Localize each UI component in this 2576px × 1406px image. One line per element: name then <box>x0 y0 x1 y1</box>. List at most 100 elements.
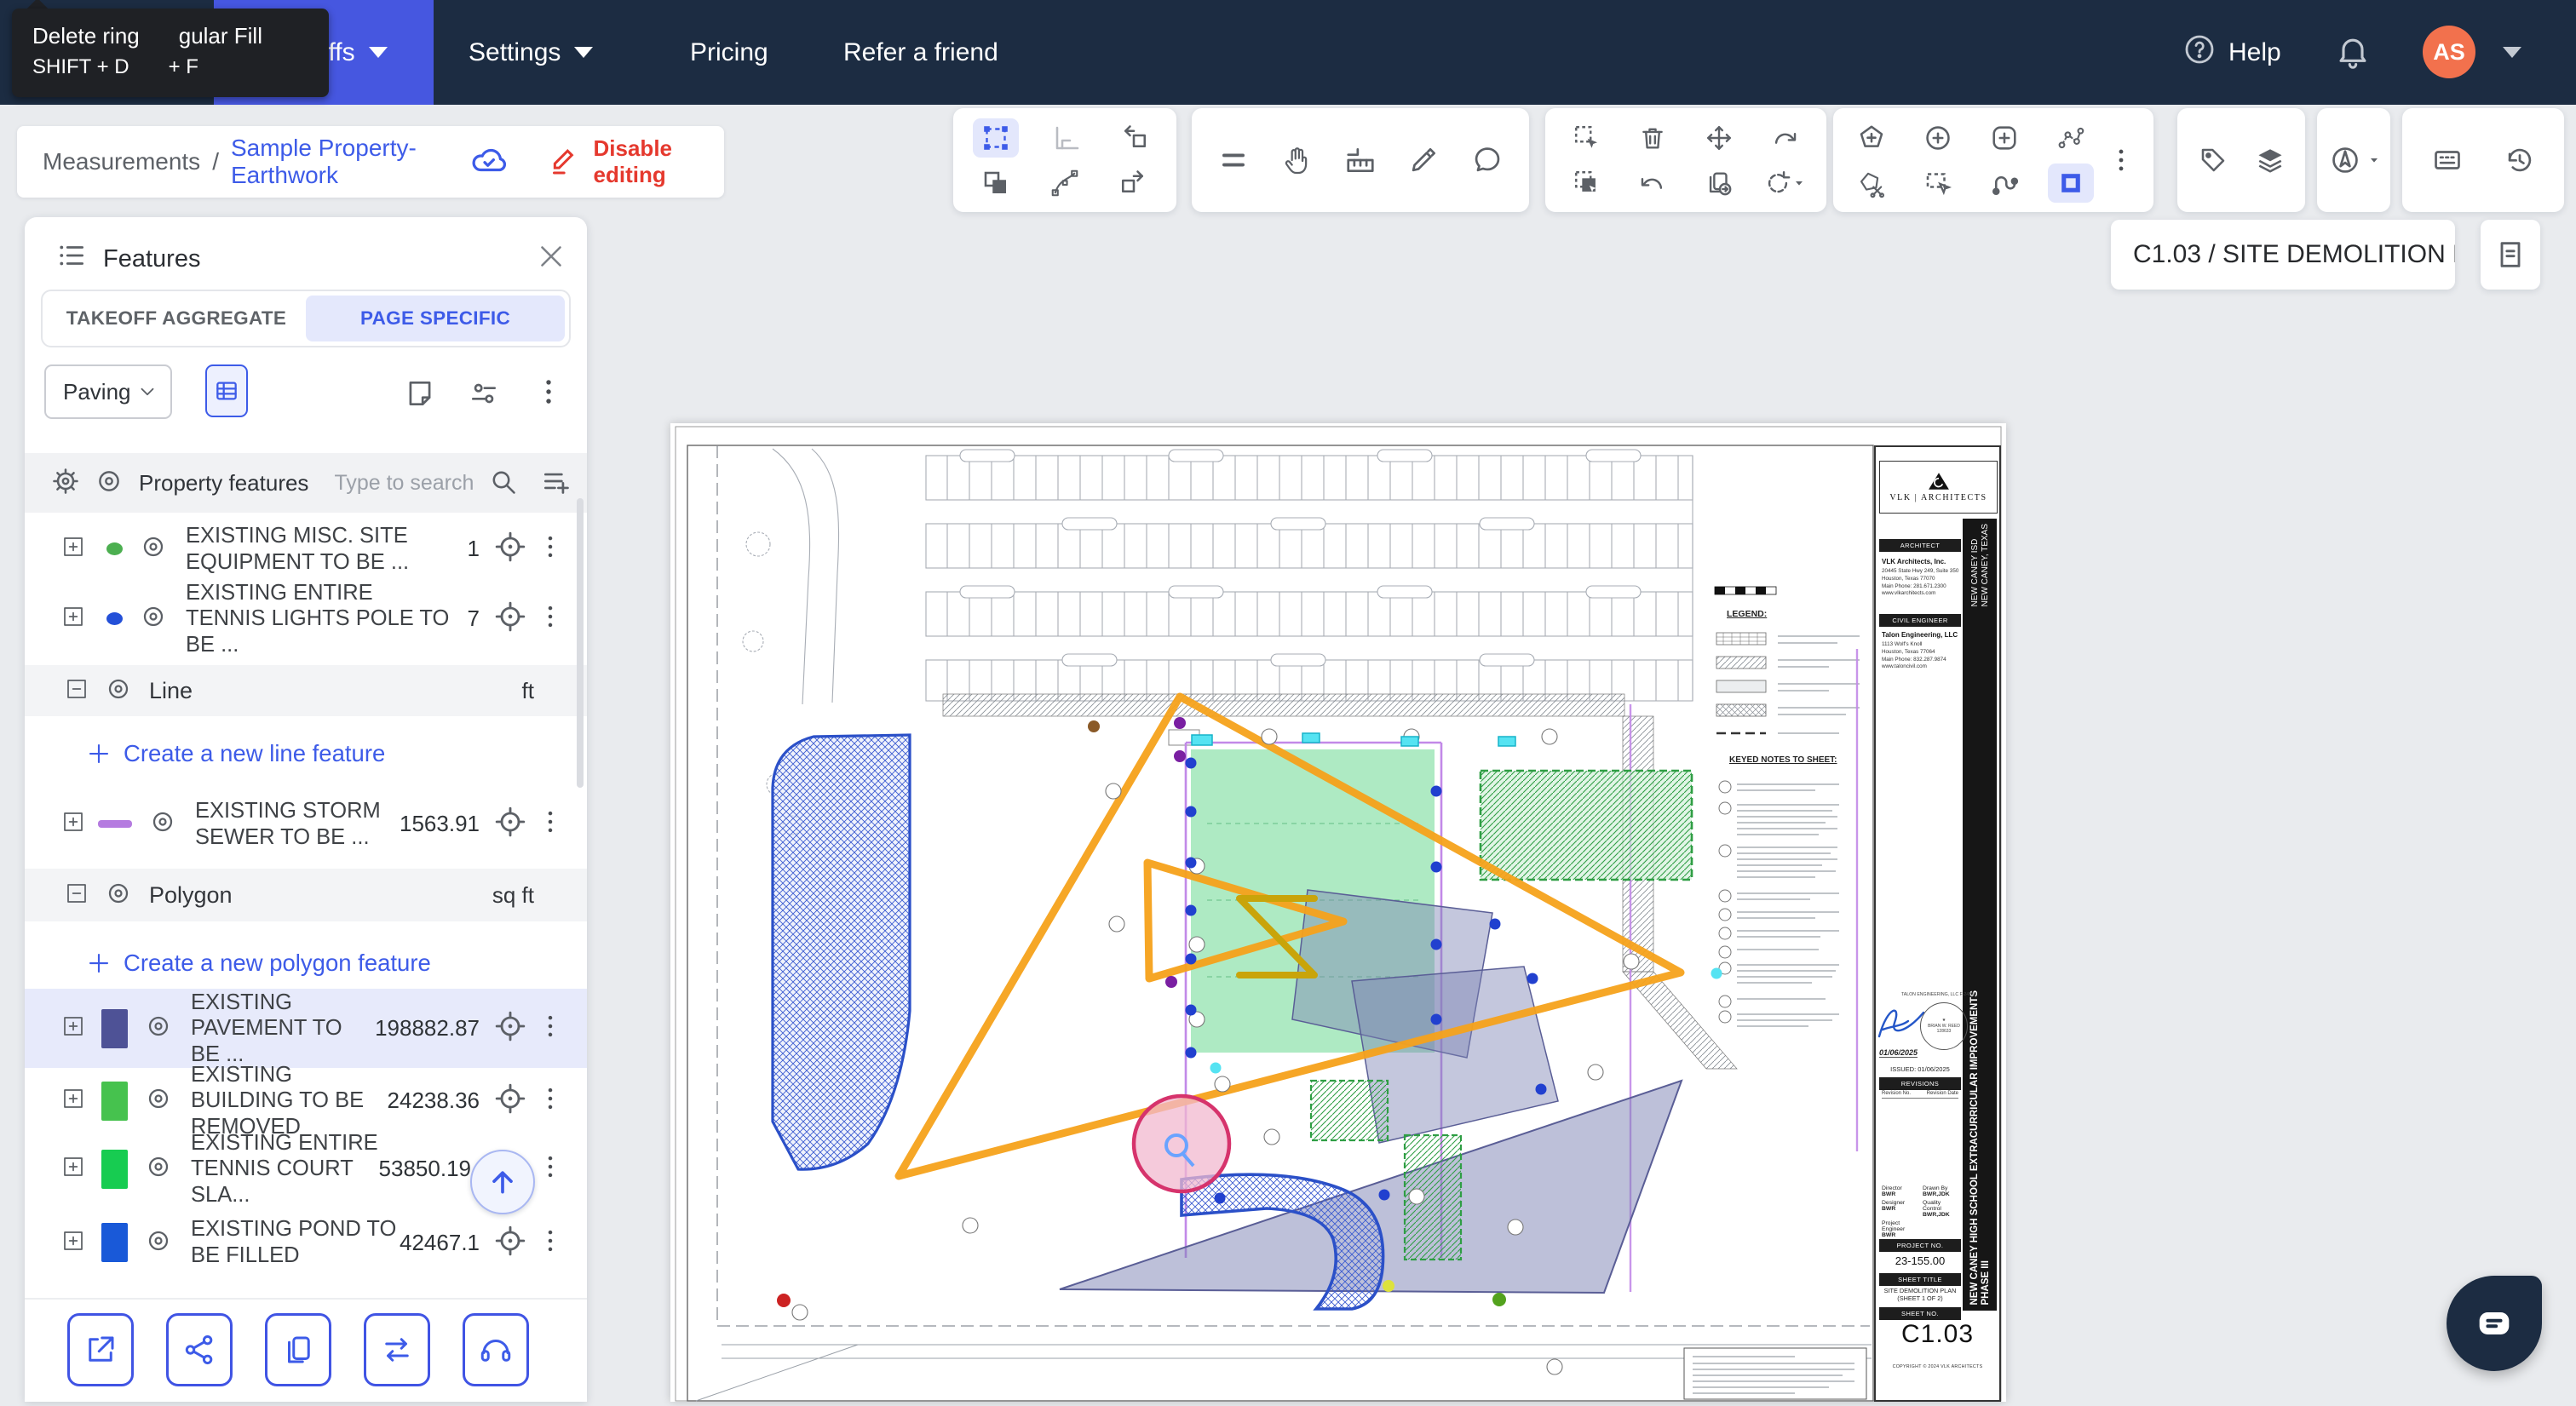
feature-row[interactable]: EXISTING MISC. SITE EQUIPMENT TO BE ... … <box>25 514 587 583</box>
rotate-cw-button[interactable] <box>1111 164 1157 203</box>
breadcrumb-root[interactable]: Measurements <box>43 148 200 175</box>
close-icon[interactable] <box>536 241 566 276</box>
help-button[interactable]: Help <box>2182 0 2281 105</box>
overlap-squares-button[interactable] <box>973 164 1019 203</box>
expand-plus-icon[interactable] <box>60 534 86 564</box>
chat-support-button[interactable] <box>2447 1276 2542 1371</box>
measure-list-button[interactable] <box>1210 141 1256 180</box>
feature-color-swatch[interactable] <box>98 820 132 828</box>
angle-tool-button[interactable] <box>1042 118 1088 158</box>
account-chevron-icon[interactable] <box>2503 47 2521 58</box>
feature-color-swatch[interactable] <box>101 1008 128 1048</box>
plan-canvas[interactable]: LEGEND: KEYED NOTES TO SHEET: VLK | ARCH… <box>670 423 2006 1406</box>
marquee-extract-button[interactable] <box>1564 164 1610 203</box>
expand-plus-icon[interactable] <box>60 809 86 839</box>
tab-page-specific[interactable]: PAGE SPECIFIC <box>306 296 565 341</box>
panel-kebab-menu-icon[interactable] <box>532 376 565 412</box>
polygon-section-header[interactable]: Polygon sq ft <box>25 869 587 921</box>
notifications-bell-icon[interactable] <box>2334 32 2372 74</box>
scroll-to-top-button[interactable] <box>470 1150 535 1214</box>
disable-editing-button[interactable]: Disable editing <box>594 135 699 188</box>
select-tool-button[interactable] <box>973 118 1020 158</box>
visibility-target-icon[interactable] <box>145 1227 172 1259</box>
visibility-target-icon[interactable] <box>145 1085 172 1116</box>
visibility-target-icon[interactable] <box>145 1153 172 1185</box>
shape-tools-kebab-icon[interactable] <box>2098 141 2144 180</box>
tag-button[interactable] <box>2190 141 2236 180</box>
scale-ruler-button[interactable] <box>1337 141 1383 180</box>
redo-button[interactable] <box>1762 118 1808 158</box>
polyline-tool-button[interactable] <box>2048 118 2094 158</box>
keyboard-shortcuts-button[interactable] <box>2424 141 2470 180</box>
visibility-target-icon[interactable] <box>140 533 167 565</box>
sheet-index-button[interactable] <box>2481 220 2540 290</box>
rotate-menu-button[interactable] <box>1762 164 1808 203</box>
visibility-target-icon[interactable] <box>105 880 132 911</box>
rotate-ccw-button[interactable] <box>1111 118 1157 158</box>
feature-color-swatch[interactable] <box>106 612 123 625</box>
gear-icon[interactable] <box>50 466 81 501</box>
playlist-add-icon[interactable] <box>540 465 572 502</box>
search-input[interactable] <box>334 470 488 496</box>
north-compass-button[interactable] <box>2326 141 2364 180</box>
visibility-target-icon[interactable] <box>140 603 167 634</box>
cut-shape-button[interactable] <box>1849 164 1895 203</box>
bezier-curve-button[interactable] <box>1042 164 1088 203</box>
row-kebab-menu-icon[interactable] <box>536 602 565 635</box>
visibility-target-icon[interactable] <box>149 808 176 840</box>
move-button[interactable] <box>1696 118 1742 158</box>
rect-select-button[interactable] <box>1915 164 1961 203</box>
search-icon[interactable] <box>487 466 518 501</box>
row-kebab-menu-icon[interactable] <box>536 1226 565 1260</box>
feature-row-selected[interactable]: EXISTING PAVEMENT TO BE ... 198882.87 <box>25 989 587 1068</box>
pan-hand-button[interactable] <box>1274 141 1320 180</box>
notes-icon[interactable] <box>404 377 436 414</box>
row-kebab-menu-icon[interactable] <box>536 1152 565 1185</box>
visibility-target-icon[interactable] <box>145 1013 172 1044</box>
breadcrumb-current[interactable]: Sample Property- Earthwork <box>231 135 431 189</box>
locate-crosshair-icon[interactable] <box>493 1082 527 1120</box>
category-dropdown[interactable]: Paving <box>44 364 172 419</box>
feature-color-swatch[interactable] <box>101 1149 128 1189</box>
support-button[interactable] <box>463 1313 529 1386</box>
avatar[interactable]: AS <box>2423 26 2475 78</box>
feature-row[interactable]: EXISTING ENTIRE TENNIS LIGHTS POLE TO BE… <box>25 581 587 657</box>
line-section-header[interactable]: Line ft <box>25 665 587 716</box>
transfer-button[interactable] <box>364 1313 430 1386</box>
locate-crosshair-icon[interactable] <box>493 1224 527 1262</box>
add-polygon-button[interactable] <box>1849 118 1895 158</box>
layers-button[interactable] <box>2247 141 2293 180</box>
locate-crosshair-icon[interactable] <box>493 530 527 568</box>
expand-plus-icon[interactable] <box>60 1228 86 1258</box>
add-rectangle-button[interactable] <box>1981 118 2027 158</box>
feature-color-swatch[interactable] <box>101 1223 128 1262</box>
share-button[interactable] <box>166 1313 233 1386</box>
marquee-select-button[interactable] <box>1564 118 1610 158</box>
nav-settings[interactable]: Settings <box>469 0 594 105</box>
locate-crosshair-icon[interactable] <box>493 1009 527 1047</box>
feature-color-swatch[interactable] <box>101 1081 128 1121</box>
add-circle-button[interactable] <box>1915 118 1961 158</box>
collapse-minus-icon[interactable] <box>64 676 89 706</box>
node-edit-button[interactable] <box>1981 164 2027 203</box>
history-button[interactable] <box>2497 141 2543 180</box>
tab-takeoff-aggregate[interactable]: TAKEOFF AGGREGATE <box>47 296 306 341</box>
visibility-target-icon[interactable] <box>105 675 132 707</box>
feature-row[interactable]: EXISTING STORM SEWER TO BE ... 1563.91 <box>25 785 587 863</box>
duplicate-button[interactable] <box>265 1313 331 1386</box>
expand-plus-icon[interactable] <box>60 1154 86 1184</box>
expand-plus-icon[interactable] <box>60 1013 86 1043</box>
delete-trash-button[interactable] <box>1630 118 1676 158</box>
expand-plus-icon[interactable] <box>60 1086 86 1116</box>
open-external-button[interactable] <box>67 1313 134 1386</box>
panel-scrollbar[interactable] <box>577 498 584 788</box>
feature-row[interactable]: EXISTING BUILDING TO BE REMOVED 24238.36 <box>25 1063 587 1139</box>
page-selector[interactable]: C1.03 / SITE DEMOLITION PL... <box>2111 220 2455 290</box>
feature-row[interactable]: EXISTING POND TO BE FILLED 42467.1 <box>25 1204 587 1281</box>
undo-button[interactable] <box>1630 164 1676 203</box>
locate-crosshair-icon[interactable] <box>493 805 527 843</box>
highlighter-button[interactable] <box>1400 141 1446 180</box>
row-kebab-menu-icon[interactable] <box>536 1012 565 1045</box>
rectangle-fill-tool-button[interactable] <box>2048 163 2094 203</box>
create-polygon-feature-button[interactable]: Create a new polygon feature <box>86 950 431 977</box>
